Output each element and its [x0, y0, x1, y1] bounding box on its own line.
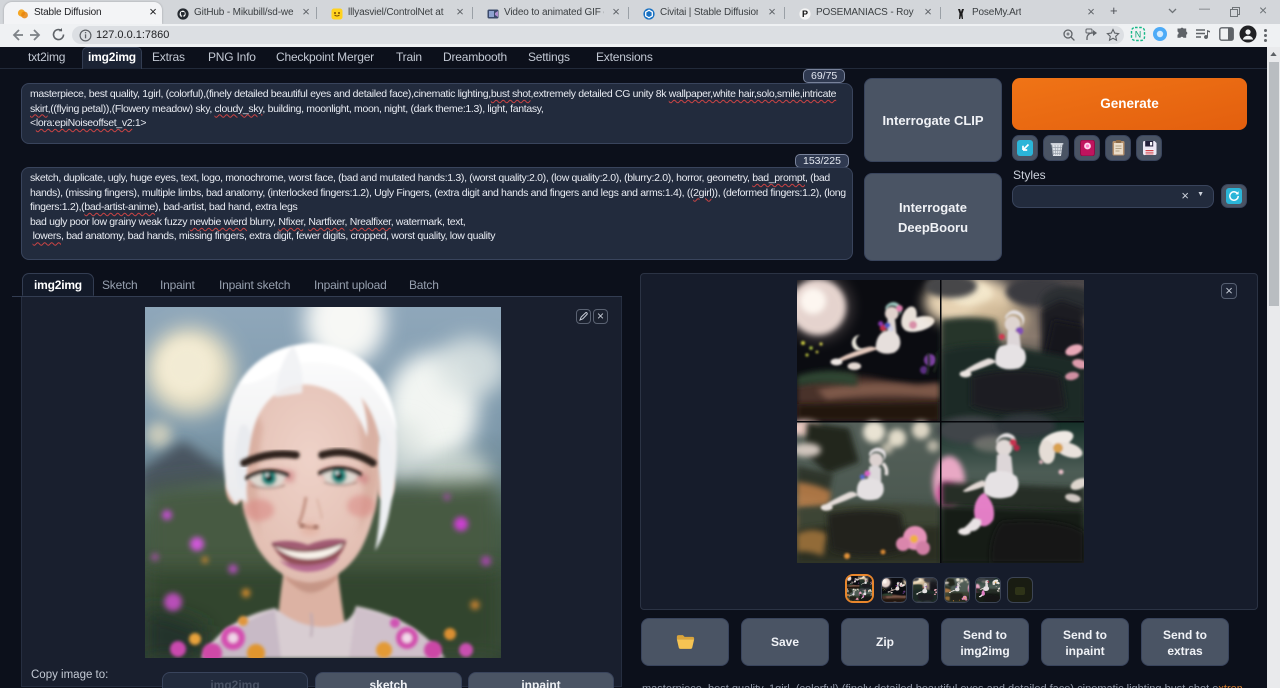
- svg-text:N: N: [1135, 30, 1142, 40]
- svg-text:P: P: [802, 9, 808, 19]
